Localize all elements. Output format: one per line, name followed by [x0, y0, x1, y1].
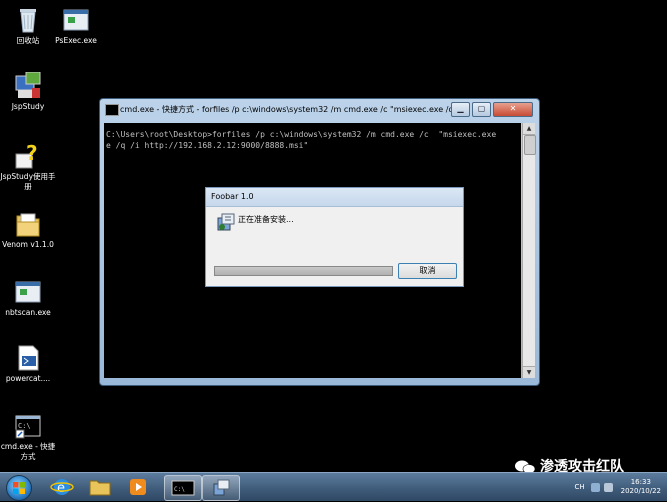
recycle-bin-icon [14, 6, 42, 34]
desktop-icon-jspstudy-manual[interactable]: ? JspStudy使用手册 [0, 141, 56, 192]
desktop-icon-powercat[interactable]: powercat.... [0, 344, 56, 384]
cmd-line-1: C:\Users\root\Desktop>forfiles /p c:\win… [106, 130, 497, 139]
internet-explorer-icon: e [50, 479, 74, 496]
svg-text:C:\: C:\ [18, 422, 31, 430]
help-question-icon: ? [14, 141, 42, 170]
desktop-icon-label: JspStudy [11, 102, 45, 111]
scroll-thumb[interactable] [524, 135, 536, 155]
desktop-icon-venom[interactable]: Venom v1.1.0 [0, 210, 56, 250]
desktop-icon-nbtscan[interactable]: nbtscan.exe [0, 278, 56, 318]
install-progress-bar [214, 266, 393, 276]
dialog-title-bar[interactable]: Foobar 1.0 [206, 188, 463, 207]
installer-package-icon [213, 479, 230, 496]
scroll-up-arrow-icon[interactable]: ▲ [523, 123, 535, 135]
svg-text:C:\: C:\ [174, 486, 185, 493]
taskbar-ie-button[interactable]: e [44, 475, 80, 499]
dialog-title: Foobar 1.0 [211, 192, 254, 201]
clock-time: 16:33 [630, 478, 651, 486]
desktop-icon-cmd-shortcut[interactable]: C:\ cmd.exe - 快捷方式 [0, 412, 56, 462]
dialog-message: 正在准备安装... [238, 215, 294, 224]
cmd-window-title: cmd.exe - 快捷方式 - forfiles /p c:\windows\… [120, 105, 465, 114]
cancel-button[interactable]: 取消 [398, 263, 457, 279]
cmd-scrollbar[interactable]: ▲ ▼ [522, 123, 536, 378]
tray-network-icon[interactable] [590, 482, 600, 492]
cmd-title-bar[interactable]: cmd.exe - 快捷方式 - forfiles /p c:\windows\… [100, 99, 539, 121]
taskbar-media-player-button[interactable] [120, 475, 156, 499]
folder-icon [14, 210, 42, 238]
powershell-script-icon [14, 344, 42, 372]
cmd-line-2: e /q /i http://192.168.2.12:9000/8888.ms… [106, 141, 309, 150]
taskbar-cmd-button[interactable]: C:\ [164, 475, 202, 501]
desktop-icon-label: PsExec.exe [55, 36, 97, 45]
desktop-icon-label: Venom v1.1.0 [2, 240, 54, 249]
start-button[interactable] [6, 475, 32, 501]
minimize-button[interactable]: ▁ [451, 102, 470, 117]
desktop-icon-label: cmd.exe - 快捷方式 [0, 442, 56, 461]
system-tray: CH 16:33 2020/10/22 [574, 475, 661, 499]
language-indicator[interactable]: CH [574, 483, 584, 491]
desktop-icon-label: nbtscan.exe [5, 308, 51, 317]
scroll-down-arrow-icon[interactable]: ▼ [523, 366, 535, 378]
close-button[interactable]: ✕ [493, 102, 533, 117]
taskbar-explorer-button[interactable] [82, 475, 118, 499]
desktop-icon-jspstudy[interactable]: JspStudy [0, 71, 56, 112]
maximize-button[interactable]: ▢ [472, 102, 491, 117]
windows-logo-icon [13, 482, 25, 494]
desktop-icon-label: JspStudy使用手册 [0, 172, 56, 191]
tray-volume-icon[interactable] [603, 482, 613, 492]
svg-text:?: ? [26, 142, 38, 165]
taskbar-installer-button[interactable] [202, 475, 240, 501]
installer-package-icon [216, 212, 236, 232]
clock[interactable]: 16:33 2020/10/22 [621, 478, 661, 496]
progress-fill [215, 267, 392, 275]
folder-icon [89, 480, 111, 496]
cmd-icon: C:\ [171, 480, 195, 496]
cmd-window-icon [105, 104, 119, 116]
media-player-icon [130, 479, 146, 495]
taskbar: e C:\ CH 16:33 2020/10/22 [0, 472, 667, 501]
clock-date: 2020/10/22 [620, 487, 661, 495]
jspstudy-icon [14, 71, 42, 100]
exe-file-icon [14, 278, 42, 306]
desktop-icon-psexec[interactable]: PsExec.exe [48, 6, 104, 46]
desktop-icon-label: powercat.... [5, 374, 51, 383]
exe-file-icon [62, 6, 90, 34]
installer-dialog[interactable]: Foobar 1.0 正在准备安装... 取消 [205, 187, 464, 287]
cmd-shortcut-icon: C:\ [14, 412, 42, 440]
